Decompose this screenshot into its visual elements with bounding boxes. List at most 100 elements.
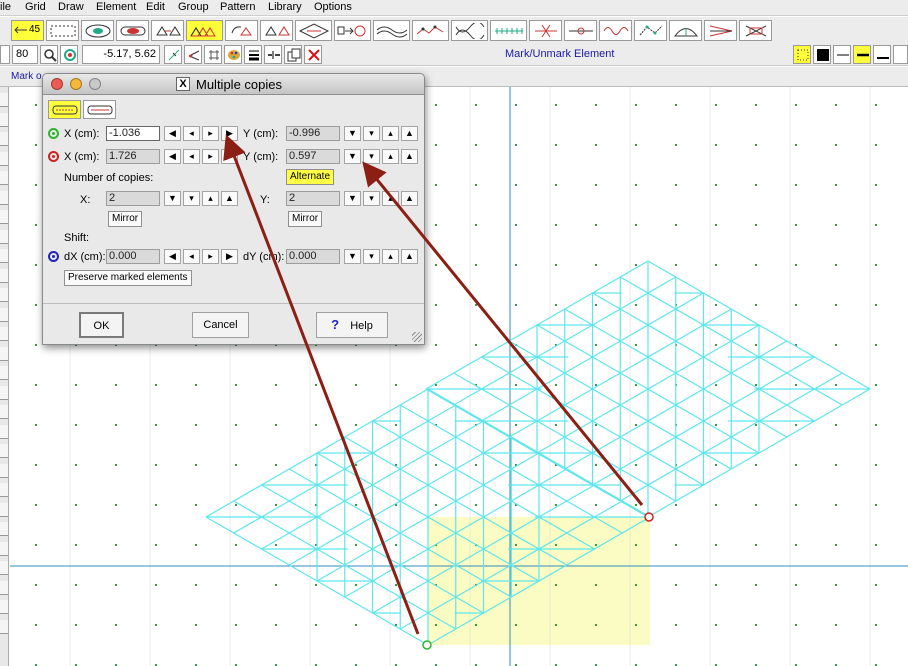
left-tool-button[interactable] [0,444,8,458]
left-tool-button[interactable] [0,132,8,146]
point1-radio[interactable] [48,128,59,139]
left-tool-button[interactable] [0,327,8,341]
left-tool-button[interactable] [0,210,8,224]
point2-x-right[interactable]: ▸ [202,149,219,164]
erase-tool-button[interactable] [739,20,772,41]
left-tool-button[interactable] [0,600,8,614]
left-tool-button[interactable] [0,366,8,380]
move-element-button[interactable] [334,20,371,41]
shift-dx-fast-left[interactable]: ◀ [164,249,181,264]
point2-y-down[interactable]: ▾ [363,149,380,164]
shift-dx-fast-right[interactable]: ▶ [221,249,238,264]
mirror-copy-button[interactable] [260,20,293,41]
shift-dy-field[interactable]: 0.000 [286,249,340,264]
delete-icon[interactable] [304,45,322,64]
copies-y-up[interactable]: ▴ [382,191,399,206]
left-tool-button[interactable] [0,93,8,107]
measure-line-button[interactable] [490,20,527,41]
shift-dy-fast-down[interactable]: ▼ [344,249,361,264]
polyline-button[interactable] [412,20,449,41]
point2-y-fast-up[interactable]: ▲ [401,149,418,164]
left-tool-button[interactable] [0,405,8,419]
shift-dx-right[interactable]: ▸ [202,249,219,264]
shift-dy-down[interactable]: ▾ [363,249,380,264]
point1-y-field[interactable]: -0.996 [286,126,340,141]
alternate-button[interactable]: Alternate [286,169,335,185]
left-tool-button[interactable] [0,561,8,575]
left-tool-button[interactable] [0,483,8,497]
menu-group[interactable]: Group [178,1,209,13]
palette-icon[interactable] [224,45,242,64]
node-network-button[interactable] [634,20,667,41]
minimize-icon[interactable] [70,78,82,90]
point2-x-fast-right[interactable]: ▶ [221,149,238,164]
point2-x-left[interactable]: ◂ [183,149,200,164]
zoom-window-icon[interactable] [89,78,101,90]
shift-dy-up[interactable]: ▴ [382,249,399,264]
pattern-fill-icon[interactable] [793,45,811,64]
medium-line-icon[interactable] [853,45,871,64]
left-tool-button[interactable] [0,288,8,302]
arc-button[interactable] [669,20,702,41]
mirror-y-button[interactable]: Mirror [288,211,323,227]
copies-x-up[interactable]: ▴ [202,191,219,206]
menu-file[interactable]: ile [0,1,11,13]
angle-45-button[interactable]: 45 [11,20,44,41]
point2-x-field[interactable]: 1.726 [106,149,160,164]
point1-x-right[interactable]: ▸ [202,126,219,141]
menu-library[interactable]: Library [268,1,302,13]
left-tool-button[interactable] [0,385,8,400]
tube-pattern-button[interactable] [116,20,149,41]
line-weight-icon[interactable] [244,45,262,64]
zoom-icon[interactable] [0,45,10,64]
line-style-icon[interactable] [264,45,282,64]
point1-x-fast-right[interactable]: ▶ [221,126,238,141]
thick-line-icon[interactable] [873,45,891,64]
copy-along-line-button[interactable] [48,100,81,119]
copies-y-down[interactable]: ▾ [363,191,380,206]
left-tool-button[interactable] [0,268,8,283]
left-tool-button[interactable] [0,619,8,634]
left-tool-button[interactable] [0,307,8,322]
left-tool-button[interactable] [0,424,8,439]
cancel-button[interactable]: Cancel [192,312,249,338]
magnifier-icon[interactable] [40,45,58,64]
grid-snap-icon[interactable] [204,45,222,64]
left-tool-button[interactable] [0,502,8,517]
copies-x-down[interactable]: ▾ [183,191,200,206]
left-tool-button[interactable] [0,190,8,205]
point2-y-up[interactable]: ▴ [382,149,399,164]
point1-x-left[interactable]: ◂ [183,126,200,141]
rotate-copy-button[interactable] [225,20,258,41]
point2-radio[interactable] [48,151,59,162]
left-tool-button[interactable] [0,522,8,536]
copies-y-fast-up[interactable]: ▲ [401,191,418,206]
menu-options[interactable]: Options [314,1,352,13]
snap-line-icon[interactable] [164,45,182,64]
left-tool-button[interactable] [0,112,8,127]
shift-dx-field[interactable]: 0.000 [106,249,160,264]
ok-button[interactable]: OK [79,312,124,338]
point1-y-up[interactable]: ▴ [382,126,399,141]
copies-y-field[interactable]: 2 [286,191,340,206]
triangle-copy-button[interactable] [151,20,184,41]
menu-element[interactable]: Element [96,1,136,13]
point1-x-field[interactable]: -1.036 [106,126,160,141]
help-button[interactable]: ? Help [316,312,388,338]
copies-y-fast-down[interactable]: ▼ [344,191,361,206]
point2-y-fast-down[interactable]: ▼ [344,149,361,164]
reflect-button[interactable] [704,20,737,41]
left-tool-button[interactable] [0,346,8,361]
zoom-field[interactable]: 80 [12,45,38,64]
mirror-x-button[interactable]: Mirror [108,211,143,227]
point-on-line-button[interactable] [564,20,597,41]
point2-x-fast-left[interactable]: ◀ [164,149,181,164]
ellipse-pattern-button[interactable] [81,20,114,41]
shift-dx-left[interactable]: ◂ [183,249,200,264]
wave-line-button[interactable] [373,20,410,41]
extra-line-icon[interactable] [893,45,908,64]
solid-fill-icon[interactable] [813,45,831,64]
dialog-title-bar[interactable]: X Multiple copies [43,74,424,95]
fit-view-icon[interactable] [60,45,78,64]
left-tool-button[interactable] [0,229,8,244]
